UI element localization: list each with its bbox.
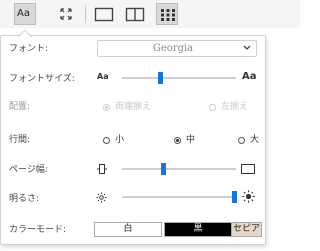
toolbar-separator [85, 5, 86, 23]
page-width-thumb[interactable] [160, 163, 166, 175]
color-mode-black-button[interactable]: 黒 [164, 222, 232, 237]
two-page-button[interactable] [124, 3, 146, 25]
line-spacing-small-label: 小 [115, 135, 125, 145]
font-select[interactable]: Georgia [97, 40, 257, 57]
font-label: フォント: [9, 44, 49, 54]
font-larger-icon[interactable]: Aa [242, 71, 257, 83]
alignment-label: 配置: [9, 102, 31, 112]
thumbnails-icon [161, 9, 175, 21]
brightness-track [122, 196, 236, 198]
font-smaller-icon[interactable]: Aa [97, 72, 109, 82]
alignment-left-label: 左揃え [221, 102, 249, 112]
alignment-justify-label: 両端揃え [115, 102, 152, 112]
radio-circle [103, 104, 110, 111]
radio-circle [238, 137, 245, 144]
brightness-thumb[interactable] [232, 191, 237, 203]
page-width-label: ページ幅: [9, 165, 48, 175]
thumbnails-button[interactable] [156, 3, 178, 25]
text-settings-panel: フォント: Georgia フォントサイズ: Aa Aa 配置: 両端揃え 左揃… [0, 29, 266, 245]
radio-circle [174, 137, 181, 144]
font-size-thumb[interactable] [158, 72, 164, 84]
reader-toolbar: Aa [0, 0, 300, 28]
font-size-track [122, 77, 236, 79]
radio-circle [209, 104, 216, 111]
text-settings-icon: Aa [17, 8, 30, 19]
chevron-down-icon [243, 45, 251, 50]
font-size-label: フォントサイズ: [9, 74, 75, 84]
font-size-slider[interactable] [122, 72, 236, 84]
single-page-icon [94, 7, 114, 22]
brightness-label: 明るさ: [9, 194, 40, 204]
line-spacing-large-label: 大 [250, 135, 260, 145]
single-page-button[interactable] [93, 3, 115, 25]
two-page-icon [125, 7, 145, 22]
brightness-high-icon[interactable] [242, 190, 255, 203]
fullscreen-button[interactable] [55, 3, 77, 25]
fullscreen-icon [60, 8, 72, 20]
page-narrow-icon[interactable] [97, 163, 107, 175]
brightness-low-icon[interactable] [96, 192, 107, 203]
brightness-slider[interactable] [122, 191, 237, 203]
radio-circle [103, 137, 110, 144]
line-spacing-medium-label: 中 [186, 135, 196, 145]
page-width-track [122, 168, 236, 170]
font-select-value: Georgia [152, 43, 194, 54]
color-mode-sepia-button[interactable]: セピア [231, 222, 262, 237]
color-mode-label: カラーモード: [9, 225, 67, 235]
color-mode-white-button[interactable]: 白 [94, 222, 162, 237]
line-spacing-label: 行間: [9, 135, 31, 145]
text-settings-button[interactable]: Aa [14, 3, 36, 25]
page-wide-icon[interactable] [241, 164, 255, 174]
page-width-slider[interactable] [122, 163, 236, 175]
popover-caret [18, 29, 32, 37]
